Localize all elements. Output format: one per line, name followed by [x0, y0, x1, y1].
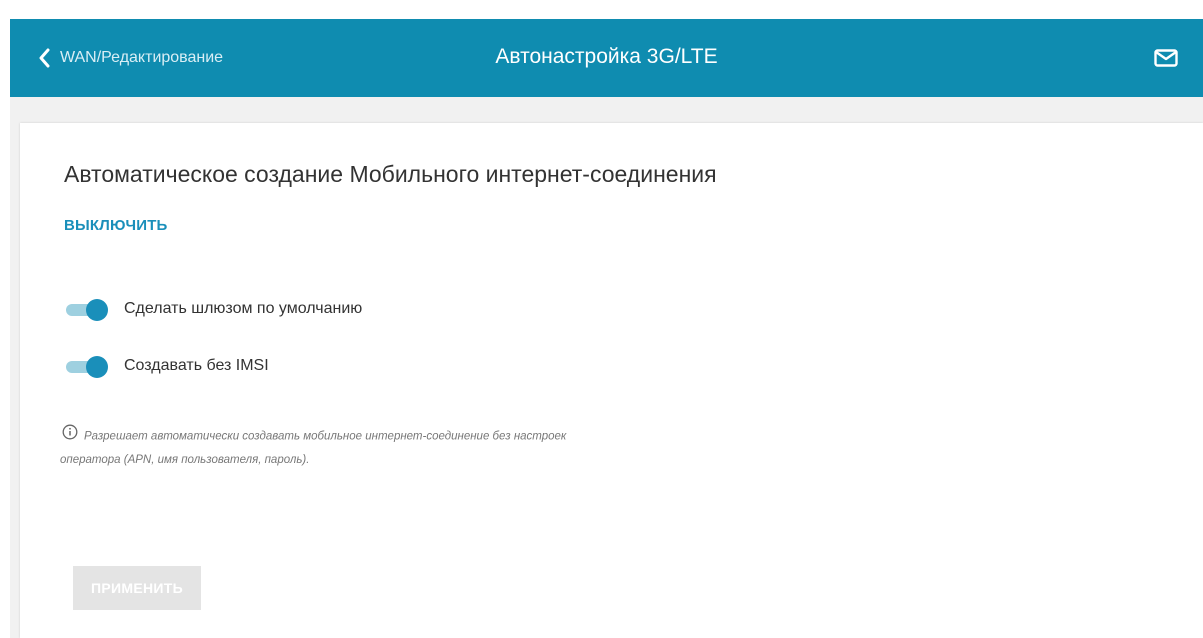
mail-icon [1154, 49, 1178, 71]
no-imsi-label: Создавать без IMSI [124, 357, 269, 374]
info-icon [62, 424, 78, 449]
toggle-row-default-gateway: Сделать шлюзом по умолчанию [66, 294, 362, 324]
apply-button[interactable]: ПРИМЕНИТЬ [73, 566, 201, 610]
hint-text-block: Разрешает автоматически создавать мобиль… [60, 424, 600, 472]
default-gateway-label: Сделать шлюзом по умолчанию [124, 300, 363, 317]
toggle-row-no-imsi: Создавать без IMSI [66, 351, 269, 381]
page-title: Автонастройка 3G/LTE [495, 45, 718, 68]
app-frame: WAN/Редактирование Автонастройка 3G/LTE … [10, 19, 1203, 638]
hint-text: Разрешает автоматически создавать мобиль… [60, 430, 567, 466]
section-title: Автоматическое создание Мобильного интер… [64, 161, 717, 187]
no-imsi-toggle[interactable] [66, 355, 110, 378]
mail-button[interactable] [1154, 49, 1178, 72]
toggle-knob [86, 299, 108, 321]
settings-card: Автоматическое создание Мобильного интер… [20, 123, 1203, 638]
disable-link[interactable]: ВЫКЛЮЧИТЬ [64, 217, 168, 234]
toggle-knob [86, 356, 108, 378]
default-gateway-toggle[interactable] [66, 298, 110, 321]
page-header: WAN/Редактирование Автонастройка 3G/LTE [10, 19, 1203, 97]
